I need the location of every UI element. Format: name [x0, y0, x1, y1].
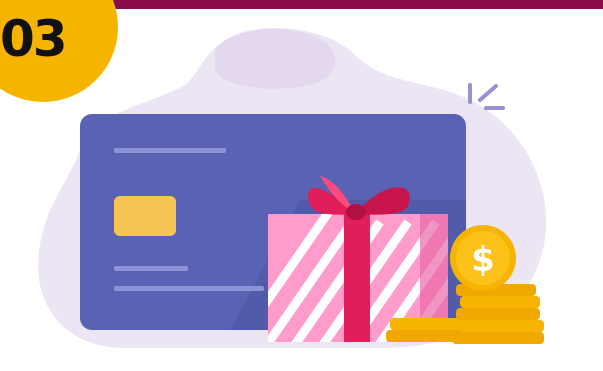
slide-canvas: $ 03	[0, 0, 603, 371]
card-chip	[114, 196, 176, 236]
coin-dollar-symbol: $	[471, 240, 495, 280]
background-blob-top	[215, 28, 336, 89]
step-number: 03	[0, 10, 68, 68]
dollar-coin-icon: $	[450, 225, 516, 291]
